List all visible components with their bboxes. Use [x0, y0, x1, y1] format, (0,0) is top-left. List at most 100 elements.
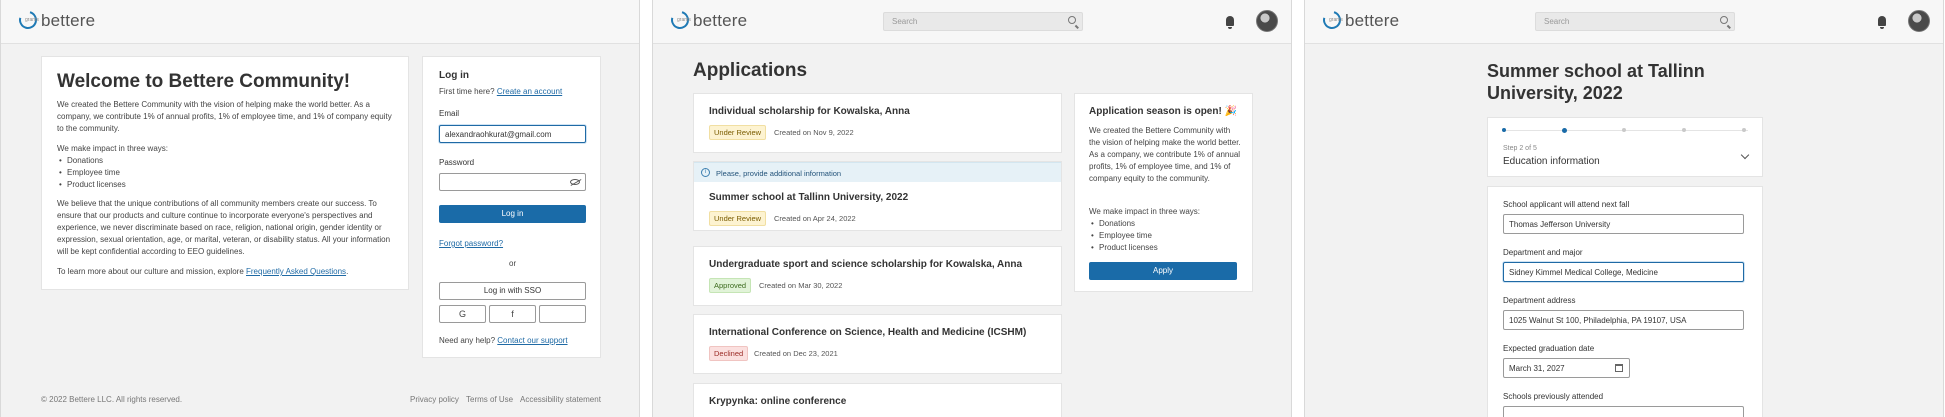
application-name: Krypynka: online conference — [709, 396, 847, 407]
info-text: Please, provide additional information — [716, 169, 842, 178]
created-date: Created on Dec 23, 2021 — [754, 349, 838, 358]
application-name: Undergraduate sport and science scholars… — [709, 259, 1023, 270]
search-input[interactable]: Search — [883, 12, 1083, 31]
status-badge: Under Review — [709, 125, 767, 140]
learn-more-suffix: . — [346, 267, 349, 276]
search-icon[interactable] — [1720, 16, 1728, 24]
login-card: Log in First time here? Create an accoun… — [422, 56, 601, 358]
created-date: Created on Nov 9, 2022 — [774, 128, 854, 137]
application-name: Summer school at Tallinn University, 202… — [709, 192, 909, 203]
page-title: Summer school at Tallinn University, 202… — [1487, 61, 1705, 103]
email-field[interactable]: alexandraohkurat@gmail.com — [439, 125, 586, 143]
search-input[interactable]: Search — [1535, 12, 1735, 31]
help-line: Need any help? Contact our support — [439, 335, 568, 347]
created-date: Created on Apr 24, 2022 — [774, 214, 856, 223]
google-login-button[interactable]: G — [439, 305, 486, 323]
info-icon: i — [701, 168, 710, 177]
eye-off-icon[interactable] — [570, 179, 580, 185]
email-label: Email — [439, 109, 460, 118]
list-item: Product licenses — [1089, 242, 1158, 254]
search-placeholder: Search — [1544, 17, 1570, 26]
learn-more: To learn more about our culture and miss… — [57, 266, 348, 278]
status-badge: Under Review — [709, 211, 767, 226]
privacy-policy-link[interactable]: Privacy policy — [410, 395, 459, 404]
login-title: Log in — [439, 70, 469, 81]
list-item: Donations — [1089, 218, 1158, 230]
google-icon: G — [458, 309, 466, 319]
list-item: Product licenses — [57, 179, 126, 191]
learn-more-prefix: To learn more about our culture and miss… — [57, 267, 246, 276]
welcome-title: Welcome to Bettere Community! — [57, 71, 351, 92]
application-card[interactable]: Krypynka: online conference — [693, 383, 1062, 417]
avatar[interactable] — [1256, 10, 1278, 32]
address-field[interactable]: 1025 Walnut St 100, Philadelphia, PA 191… — [1503, 310, 1744, 330]
brand-sub: grants — [677, 17, 691, 23]
contact-support-link[interactable]: Contact our support — [497, 336, 567, 345]
copyright: © 2022 Bettere LLC. All rights reserved. — [41, 395, 183, 404]
application-card[interactable]: Individual scholarship for Kowalska, Ann… — [693, 93, 1062, 153]
first-time-text: First time here? — [439, 87, 495, 96]
stepper-card[interactable]: Step 2 of 5 Education information — [1487, 117, 1763, 177]
address-label: Department address — [1503, 296, 1576, 305]
list-item: Employee time — [1089, 230, 1158, 242]
terms-link[interactable]: Terms of Use — [466, 395, 513, 404]
step-dot — [1682, 128, 1686, 132]
brand-name: bettere — [693, 10, 748, 30]
first-time-line: First time here? Create an account — [439, 86, 562, 98]
apple-login-button[interactable] — [539, 305, 586, 323]
sso-button[interactable]: Log in with SSO — [439, 282, 586, 300]
or-divider: or — [509, 259, 517, 268]
created-date: Created on Mar 30, 2022 — [759, 281, 843, 290]
school-label: School applicant will attend next fall — [1503, 200, 1630, 209]
form-card: School applicant will attend next fall T… — [1487, 186, 1763, 417]
search-placeholder: Search — [892, 17, 918, 26]
create-account-link[interactable]: Create an account — [497, 87, 562, 96]
belief-paragraph: We believe that the unique contributions… — [57, 199, 391, 256]
faq-link[interactable]: Frequently Asked Questions — [246, 267, 346, 276]
application-name: Individual scholarship for Kowalska, Ann… — [709, 106, 910, 117]
status-badge: Approved — [709, 278, 752, 293]
password-label: Password — [439, 158, 475, 167]
chevron-down-icon[interactable] — [1740, 150, 1750, 160]
top-bar: bettere grants Search — [653, 0, 1291, 44]
impact-lead: We make impact in three ways: — [1089, 207, 1201, 216]
brand-name: bettere — [41, 10, 96, 30]
step-dot — [1622, 128, 1626, 132]
facebook-login-button[interactable]: f — [489, 305, 536, 323]
application-card[interactable]: i Please, provide additional information… — [693, 161, 1062, 231]
top-bar: bettere grants — [1, 0, 639, 44]
apply-button[interactable]: Apply — [1089, 262, 1237, 280]
brand-sub: grants — [1329, 17, 1343, 23]
bell-icon[interactable] — [1878, 16, 1886, 29]
season-title: Application season is open! 🎉 — [1089, 106, 1238, 117]
application-card[interactable]: Undergraduate sport and science scholars… — [693, 246, 1062, 306]
avatar[interactable] — [1908, 10, 1930, 32]
list-item: Donations — [57, 155, 126, 167]
brand-name: bettere — [1345, 10, 1400, 30]
graduation-date-field[interactable]: March 31, 2027 — [1503, 358, 1630, 378]
department-field[interactable]: Sidney Kimmel Medical College, Medicine — [1503, 262, 1744, 282]
step-dot-current — [1562, 128, 1567, 133]
login-button[interactable]: Log in — [439, 205, 586, 223]
welcome-card: Welcome to Bettere Community! We created… — [41, 56, 409, 290]
facebook-icon: f — [511, 309, 514, 319]
calendar-icon[interactable] — [1615, 364, 1623, 372]
previous-schools-label: Schools previously attended — [1503, 392, 1604, 401]
school-field[interactable]: Thomas Jefferson University — [1503, 214, 1744, 234]
season-body: We created the Bettere Community with th… — [1089, 126, 1241, 183]
status-badge: Declined — [709, 346, 749, 361]
bell-icon[interactable] — [1226, 16, 1234, 29]
search-icon[interactable] — [1068, 16, 1076, 24]
applications-screen: bettere grants Search Applications Indiv… — [652, 0, 1292, 417]
application-card[interactable]: International Conference on Science, Hea… — [693, 314, 1062, 374]
accessibility-link[interactable]: Accessibility statement — [520, 395, 601, 404]
previous-schools-field[interactable] — [1503, 406, 1744, 417]
application-form-screen: bettere grants Search Summer school at T… — [1304, 0, 1944, 417]
step-title: Education information — [1503, 156, 1600, 167]
top-bar: bettere grants Search — [1305, 0, 1943, 44]
department-label: Department and major — [1503, 248, 1583, 257]
welcome-intro: We created the Bettere Community with th… — [57, 100, 392, 133]
stepper-track — [1504, 130, 1748, 131]
forgot-password-link[interactable]: Forgot password? — [439, 238, 503, 250]
password-field[interactable] — [439, 173, 586, 191]
